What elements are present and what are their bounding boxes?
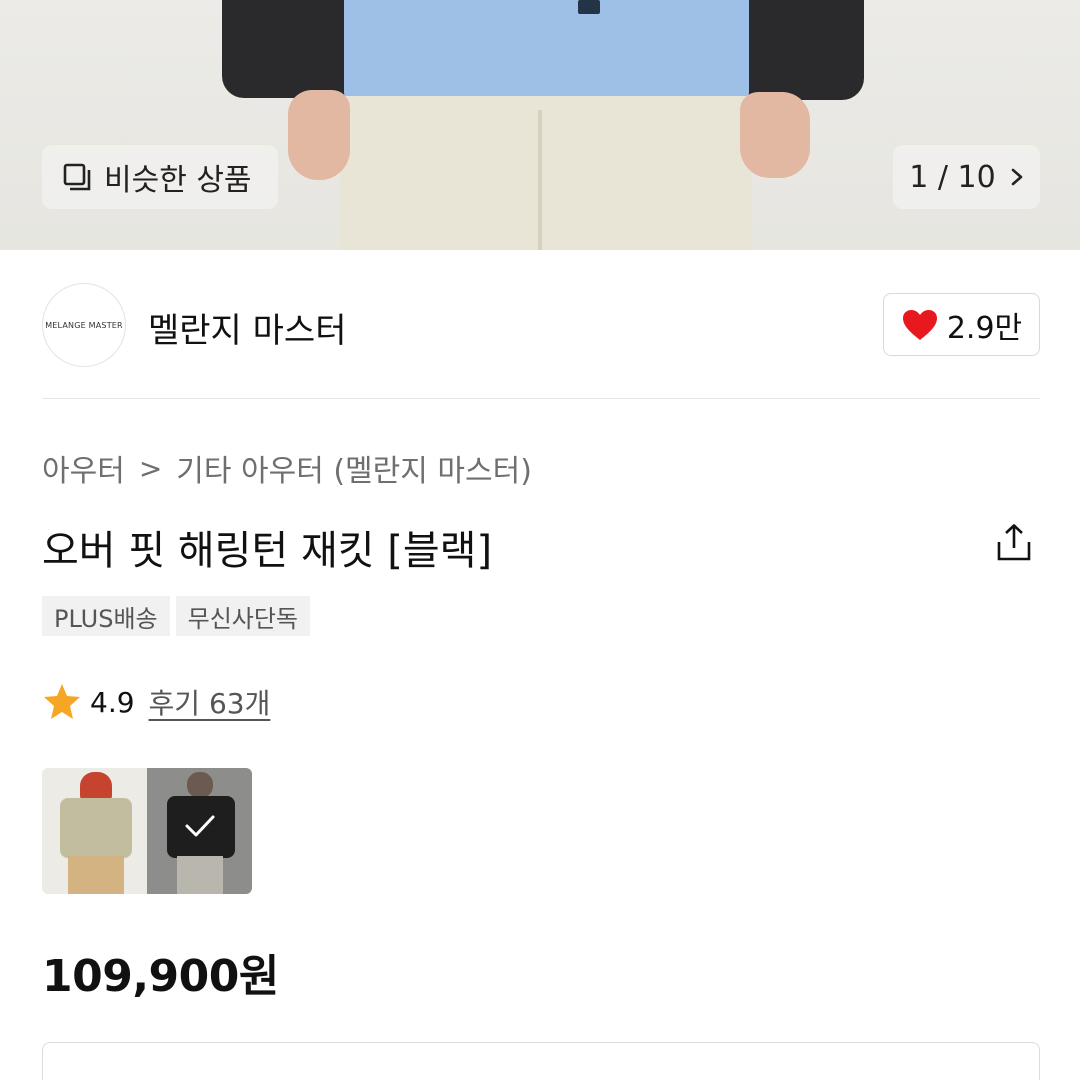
product-title: 오버 핏 해링턴 재킷 [블랙]	[42, 528, 493, 574]
color-option-beige[interactable]	[42, 768, 147, 894]
like-button[interactable]: 2.9만	[883, 293, 1040, 356]
brand-logo-text: MELANGE MASTER	[45, 320, 123, 330]
heart-icon	[902, 309, 937, 340]
like-count: 2.9만	[946, 310, 1023, 346]
tag-exclusive: 무신사단독	[175, 596, 311, 636]
image-jacket-right	[742, 0, 864, 100]
image-shirt-detail	[578, 0, 600, 14]
swatch-pants	[177, 856, 223, 894]
swatch-jacket-beige	[60, 798, 132, 858]
image-pager[interactable]: 1 / 10	[893, 145, 1040, 209]
image-shirt	[344, 0, 749, 108]
chevron-right-icon	[1011, 168, 1023, 186]
product-rating: 4.9 후기 63개	[42, 682, 270, 722]
similar-products-icon	[63, 163, 91, 191]
similar-products-button[interactable]: 비슷한 상품	[42, 145, 278, 209]
benefit-box[interactable]	[42, 1042, 1040, 1080]
swatch-model-head	[187, 772, 213, 798]
share-icon[interactable]	[993, 522, 1035, 564]
image-jacket-left	[222, 0, 357, 98]
image-pants-crease	[538, 110, 542, 250]
swatch-pants	[68, 856, 124, 894]
divider	[42, 398, 1040, 399]
breadcrumb: 아우터 > 기타 아우터 (멜란지 마스터)	[42, 446, 532, 490]
brand-logo[interactable]: MELANGE MASTER	[42, 283, 126, 367]
swatch-model-hat	[80, 772, 112, 800]
color-option-black[interactable]	[147, 768, 252, 894]
image-pager-label: 1 / 10	[909, 159, 996, 195]
image-hand-right	[740, 92, 810, 178]
similar-products-label: 비슷한 상품	[104, 163, 252, 198]
product-image[interactable]: 비슷한 상품 1 / 10	[0, 0, 1080, 250]
image-pants	[340, 96, 752, 250]
product-price: 109,900원	[42, 951, 279, 1002]
brand-name[interactable]: 멜란지 마스터	[148, 303, 347, 352]
product-tags: PLUS배송 무신사단독	[42, 596, 311, 636]
check-icon	[185, 815, 215, 837]
breadcrumb-category[interactable]: 아우터	[42, 446, 125, 490]
tag-plus-delivery: PLUS배송	[42, 596, 170, 636]
rating-score: 4.9	[90, 685, 135, 719]
star-icon	[44, 684, 80, 719]
breadcrumb-subcategory[interactable]: 기타 아우터 (멜란지 마스터)	[176, 446, 532, 490]
reviews-link[interactable]: 후기 63개	[149, 682, 271, 722]
breadcrumb-separator: >	[138, 451, 163, 485]
image-hand-left	[288, 90, 350, 180]
